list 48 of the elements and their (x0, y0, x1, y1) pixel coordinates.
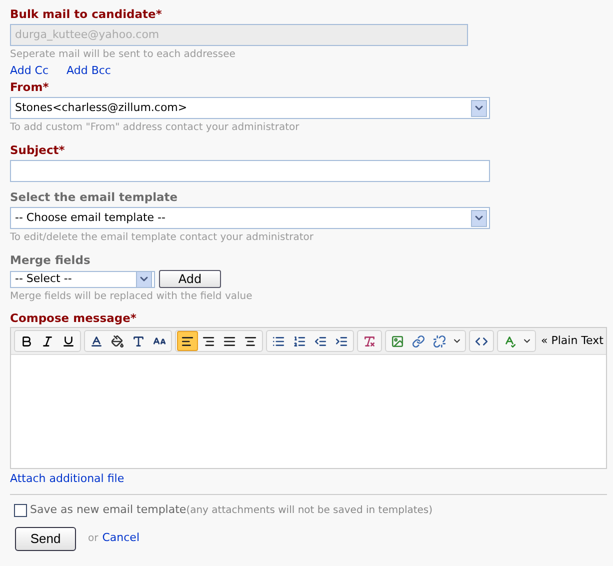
or-text: or (88, 532, 98, 546)
cancel-link[interactable]: Cancel (102, 530, 140, 547)
numbered-list-icon (293, 334, 306, 348)
attach-file-link[interactable]: Attach additional file (10, 472, 603, 486)
clear-format-icon (363, 334, 376, 348)
image-icon (391, 334, 404, 348)
dropdown[interactable]: -- Select -- (10, 270, 155, 288)
field-label: From* (10, 80, 50, 94)
font-color-icon (90, 334, 103, 348)
italic-icon (41, 334, 54, 348)
field-label: Merge fields (10, 253, 92, 267)
font-family-icon (132, 334, 145, 348)
align-right-icon (202, 334, 215, 348)
checkbox-note: (any attachments will not be saved in templates) (186, 504, 433, 518)
field-label: Bulk mail to candidate* (10, 7, 163, 21)
hint-text: Merge fields will be replaced with the field value (10, 291, 254, 303)
field-label: Select the email template (10, 190, 179, 204)
bold-icon (20, 334, 33, 348)
font-size-icon (153, 334, 166, 348)
checkbox-label: Save as new email template (30, 502, 186, 518)
field-label: Compose message* (10, 311, 138, 325)
toolbar-button[interactable] (177, 331, 198, 351)
hint-text: Seperate mail will be sent to each addressee (10, 49, 236, 61)
hint-text: To edit/delete the email template contact your administrator (10, 232, 315, 244)
paint-bucket-icon (111, 334, 124, 348)
checkbox[interactable] (14, 504, 27, 517)
link-icon (412, 334, 425, 348)
subject-field[interactable] (10, 160, 490, 182)
underline-icon (62, 334, 75, 348)
html-icon (475, 334, 488, 348)
hint-text: To add custom "From" address contact your administrator (10, 122, 300, 134)
send-button[interactable]: Send (15, 526, 76, 550)
bulleted-list-icon (272, 334, 285, 348)
add-recipient-link[interactable]: Add Cc (10, 64, 49, 78)
plain-text-link[interactable]: « Plain Text (541, 332, 604, 350)
add-button[interactable]: Add (159, 270, 221, 288)
dropdown[interactable]: Stones<charless@zillum.com> (10, 97, 490, 119)
outdent-icon (314, 334, 327, 348)
dropdown[interactable]: -- Choose email template -- (10, 207, 490, 229)
align-center-icon (244, 334, 257, 348)
indent-icon (335, 334, 348, 348)
add-recipient-link[interactable]: Add Bcc (66, 64, 111, 78)
justify-icon (223, 334, 236, 348)
field-label: Subject* (10, 143, 66, 157)
align-left-icon (181, 334, 194, 348)
unlink-icon (433, 334, 446, 348)
message-editor[interactable]: « Plain Text (10, 327, 607, 469)
spellcheck-icon (503, 334, 516, 348)
